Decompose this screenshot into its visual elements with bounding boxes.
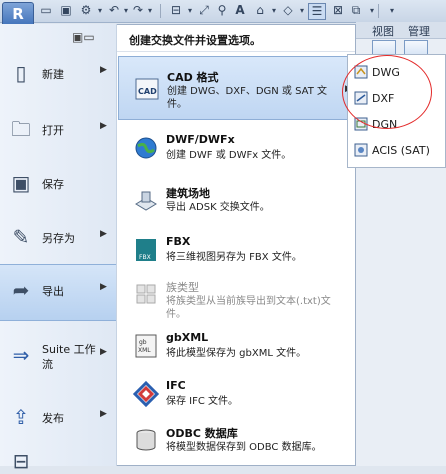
site-icon [135,191,157,211]
menu-item-label: 导出 [42,285,64,298]
export-item-gbxml[interactable]: gb XML gbXML 将此模型保存为 gbXML 文件。 [118,322,354,374]
save-icon[interactable]: ▣ [58,3,74,18]
export-item-title: gbXML [166,331,209,344]
menu-item-suite-workflow[interactable]: ⇒ Suite 工作流 ▶ [0,330,116,385]
export-icon: ➦ [12,278,30,302]
svg-text:gb: gb [139,339,147,346]
submenu-item-acis-sat[interactable]: ACIS (SAT) [352,139,444,163]
menu-item-label: Suite 工作流 [42,343,96,371]
menu-item-save[interactable]: ▣ 保存 [0,158,116,213]
export-item-family-types: 族类型 将族类型从当前族导出到文本(.txt)文件。 [118,270,354,322]
thin-lines-icon[interactable]: ☰ [308,3,326,20]
svg-text:XML: XML [138,347,151,354]
switch-windows-icon[interactable]: ⧉ [348,3,364,18]
menu-item-label: 保存 [42,178,64,191]
cad-icon: CAD [135,78,159,100]
suite-workflow-icon: ⇒ [12,343,30,367]
submenu-arrow-icon: ▶ [100,347,107,357]
export-item-description: 将此模型保存为 gbXML 文件。 [166,348,307,359]
export-item-title: 族类型 [166,281,199,294]
gbxml-icon: gb XML [135,334,157,358]
menu-item-label: 新建 [42,68,64,81]
family-types-icon [136,284,156,304]
toolbar-separator [160,4,161,18]
submenu-arrow-icon: ▶ [100,282,107,292]
new-file-icon: ▯ [15,61,27,85]
menu-item-new[interactable]: ▯ 新建 ▶ [0,48,116,103]
ifc-icon [132,380,160,408]
export-item-description: 创建 DWF 或 DWFx 文件。 [166,150,292,161]
acis-sat-icon [354,143,368,157]
submenu-arrow-icon: ▶ [100,65,107,75]
export-item-title: FBX [166,235,191,248]
menu-item-publish[interactable]: ⇪ 发布 ▶ [0,392,116,447]
menu-item-partial[interactable]: ⊟ [0,446,116,473]
tab-view[interactable]: 视图 [372,23,394,39]
menu-item-save-as[interactable]: ✎ 另存为 ▶ [0,212,116,267]
export-item-title: 建筑场地 [166,187,210,200]
open-folder-icon: 🗀 [11,117,31,141]
export-item-ifc[interactable]: IFC 保存 IFC 文件。 [118,370,354,422]
submenu-arrow-icon: ▶ [100,409,107,419]
text-icon[interactable]: A [232,3,248,18]
export-item-cad[interactable]: CAD CAD 格式 创建 DWG、DXF、DGN 或 SAT 文件。 ▶ [118,56,354,120]
submenu-arrow-icon: ▶ [100,229,107,239]
export-item-title: DWF/DWFx [166,133,235,146]
export-item-description: 将三维视图另存为 FBX 文件。 [166,252,302,263]
export-item-description: 将族类型从当前族导出到文本(.txt)文件。 [166,296,331,320]
export-item-title: IFC [166,379,186,392]
menu-item-label: 打开 [42,124,64,137]
highlight-annotation-ellipse [342,55,432,129]
export-item-description: 创建 DWG、DXF、DGN 或 SAT 文件。 [167,86,327,110]
submenu-arrow-icon: ▶ [100,121,107,131]
tab-manage[interactable]: 管理 [408,23,430,39]
close-windows-icon[interactable]: ⊠ [330,3,346,18]
menu-item-export[interactable]: ➦ 导出 ▶ [0,264,116,321]
submenu-item-label: ACIS (SAT) [372,144,430,157]
tag-icon[interactable]: ⚲ [214,3,230,18]
save-icon: ▣ [11,171,31,195]
toolbar-separator [378,4,379,18]
dwf-globe-icon [135,137,157,159]
export-item-description: 将模型数据保存到 ODBC 数据库。 [166,442,322,453]
export-item-title: CAD 格式 [167,71,219,84]
export-header: 创建交换文件并设置选项。 [117,30,355,52]
ribbon-tab-strip: 视图 管理 [356,22,446,39]
customize-toolbar-icon[interactable]: ▾ [384,3,400,18]
export-item-description: 导出 ADSK 交换文件。 [166,202,270,213]
export-item-site[interactable]: 建筑场地 导出 ADSK 交换文件。 [118,176,354,228]
export-item-dwf[interactable]: DWF/DWFx 创建 DWF 或 DWFx 文件。 [118,124,354,176]
open-icon[interactable]: ▭ [38,3,54,18]
menu-item-open[interactable]: 🗀 打开 ▶ [0,104,116,159]
svg-text:FBX: FBX [139,254,151,261]
fbx-icon: FBX [136,239,156,261]
export-item-description: 保存 IFC 文件。 [166,396,239,407]
export-item-title: ODBC 数据库 [166,427,238,440]
menu-item-label: 发布 [42,412,64,425]
menu-item-label: 另存为 [42,232,75,245]
export-item-odbc[interactable]: ODBC 数据库 将模型数据保存到 ODBC 数据库。 [118,416,354,468]
recent-documents-icons[interactable]: ▣▭ [72,30,95,44]
save-as-icon: ✎ [12,225,30,249]
svg-text:CAD: CAD [138,87,157,96]
database-icon [136,429,156,451]
print-icon: ⊟ [12,449,30,473]
publish-icon: ⇪ [12,405,30,429]
quick-access-toolbar: ▭ ▣ ⚙ ▾ ↶ ▾ ↷ ▾ ⊟ ▾ ⤢ ⚲ A ⌂ ▾ ◇ ▾ ☰ ⊠ ⧉ … [0,0,446,23]
measure-icon[interactable]: ⤢ [196,3,212,18]
redo-dropdown-icon[interactable]: ▾ [142,3,158,18]
